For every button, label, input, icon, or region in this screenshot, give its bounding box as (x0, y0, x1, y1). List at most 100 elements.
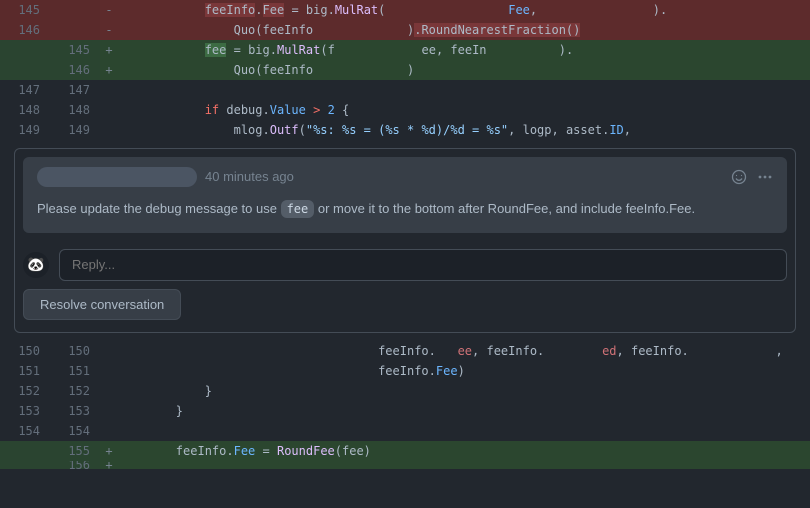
code-line[interactable]: if debug.Value > 2 { (118, 100, 810, 120)
code-token: Quo(feeInfo ) (118, 23, 414, 37)
diff-marker (100, 401, 118, 421)
old-line-number[interactable]: 152 (0, 381, 50, 401)
code-token: Value (270, 103, 306, 117)
old-line-number[interactable] (0, 441, 50, 461)
reply-row: 🐼 (15, 241, 795, 289)
code-token: Quo(feeInfo ) (118, 63, 414, 77)
code-line[interactable]: } (118, 381, 810, 401)
diff-marker: - (100, 0, 118, 20)
new-line-number[interactable]: 151 (50, 361, 100, 381)
comment-author-masked[interactable] (37, 167, 197, 187)
kebab-menu-icon[interactable] (757, 169, 773, 185)
new-line-number[interactable]: 153 (50, 401, 100, 421)
diff-marker (100, 381, 118, 401)
diff-marker: + (100, 461, 118, 469)
new-line-number[interactable] (50, 20, 100, 40)
new-line-number[interactable]: 156 (50, 461, 100, 469)
diff-marker (100, 80, 118, 100)
code-line[interactable] (118, 461, 810, 469)
diff-marker: + (100, 60, 118, 80)
old-line-number[interactable]: 146 (0, 20, 50, 40)
old-line-number[interactable]: 148 (0, 100, 50, 120)
code-token (118, 424, 125, 438)
code-line[interactable]: feeInfo. ee, feeInfo. ed, feeInfo. , (118, 341, 810, 361)
code-line[interactable] (118, 421, 810, 441)
diff-row: 155+ feeInfo.Fee = RoundFee(fee) (0, 441, 810, 461)
code-token (689, 344, 776, 358)
code-token (118, 3, 205, 17)
diff-row: 149149 mlog.Outf("%s: %s = (%s * %d)/%d … (0, 120, 810, 140)
comment-text: Please update the debug message to use (37, 201, 281, 216)
code-token: ( (299, 123, 306, 137)
code-line[interactable]: Quo(feeInfo ).RoundNearestFraction() (118, 20, 810, 40)
old-line-number[interactable]: 149 (0, 120, 50, 140)
new-line-number[interactable]: 147 (50, 80, 100, 100)
code-line[interactable]: feeInfo.Fee = big.MulRat( Fee, ). (118, 0, 810, 20)
inline-code: fee (281, 200, 315, 218)
code-line[interactable]: Quo(feeInfo ) (118, 60, 810, 80)
avatar[interactable]: 🐼 (23, 252, 49, 278)
diff-table: 145- feeInfo.Fee = big.MulRat( Fee, ).14… (0, 0, 810, 469)
code-line[interactable]: feeInfo.Fee = RoundFee(fee) (118, 441, 810, 461)
new-line-number[interactable]: 145 (50, 40, 100, 60)
code-token: Fee (508, 3, 530, 17)
code-line[interactable] (118, 80, 810, 100)
new-line-number[interactable]: 150 (50, 341, 100, 361)
old-line-number[interactable]: 154 (0, 421, 50, 441)
diff-marker (100, 421, 118, 441)
old-line-number[interactable] (0, 40, 50, 60)
old-line-number[interactable]: 145 (0, 0, 50, 20)
diff-row: 148148 if debug.Value > 2 { (0, 100, 810, 120)
code-token: . (255, 3, 262, 17)
old-line-number[interactable]: 147 (0, 80, 50, 100)
comment-body: Please update the debug message to use f… (37, 199, 773, 219)
code-token: . (328, 3, 335, 17)
code-token: ) (458, 364, 465, 378)
code-token (118, 103, 205, 117)
new-line-number[interactable]: 149 (50, 120, 100, 140)
review-comment: 40 minutes ago Please update the debug me… (23, 157, 787, 233)
add-reaction-icon[interactable] (731, 169, 747, 185)
new-line-number[interactable] (50, 0, 100, 20)
code-token: , feeInfo. (472, 344, 551, 358)
code-token: } (118, 404, 183, 418)
old-line-number[interactable] (0, 60, 50, 80)
code-token: ed (552, 344, 617, 358)
code-line[interactable]: fee = big.MulRat(f ee, feeIn ). (118, 40, 810, 60)
code-token: , logp, asset. (508, 123, 609, 137)
code-token: .RoundNearestFraction() (414, 23, 580, 37)
code-token: , ). (530, 3, 667, 17)
code-token: , feeInfo. (617, 344, 689, 358)
diff-marker: - (100, 20, 118, 40)
code-token (255, 444, 262, 458)
comment-header: 40 minutes ago (37, 167, 773, 187)
diff-marker (100, 120, 118, 140)
code-line[interactable]: } (118, 401, 810, 421)
new-line-number[interactable]: 155 (50, 441, 100, 461)
comment-timestamp[interactable]: 40 minutes ago (205, 167, 294, 187)
diff-marker (100, 361, 118, 381)
code-token: MulRat (335, 3, 378, 17)
diff-marker (100, 100, 118, 120)
code-line[interactable]: mlog.Outf("%s: %s = (%s * %d)/%d = %s", … (118, 120, 810, 140)
old-line-number[interactable]: 151 (0, 361, 50, 381)
resolve-conversation-button[interactable]: Resolve conversation (23, 289, 181, 320)
diff-row: 150150 feeInfo. ee, feeInfo. ed, feeInfo… (0, 341, 810, 361)
code-token (118, 83, 125, 97)
new-line-number[interactable]: 148 (50, 100, 100, 120)
new-line-number[interactable]: 146 (50, 60, 100, 80)
old-line-number[interactable]: 150 (0, 341, 50, 361)
diff-row: 152152 } (0, 381, 810, 401)
code-token: ( (378, 3, 508, 17)
old-line-number[interactable] (0, 461, 50, 469)
new-line-number[interactable]: 152 (50, 381, 100, 401)
diff-row: 147147 (0, 80, 810, 100)
reply-input[interactable] (59, 249, 787, 281)
new-line-number[interactable]: 154 (50, 421, 100, 441)
code-token: feeInfo (205, 3, 256, 17)
old-line-number[interactable]: 153 (0, 401, 50, 421)
code-line[interactable]: feeInfo.Fee) (118, 361, 810, 381)
code-token: if (205, 103, 219, 117)
code-token (118, 43, 205, 57)
diff-row: 145+ fee = big.MulRat(f ee, feeIn ). (0, 40, 810, 60)
